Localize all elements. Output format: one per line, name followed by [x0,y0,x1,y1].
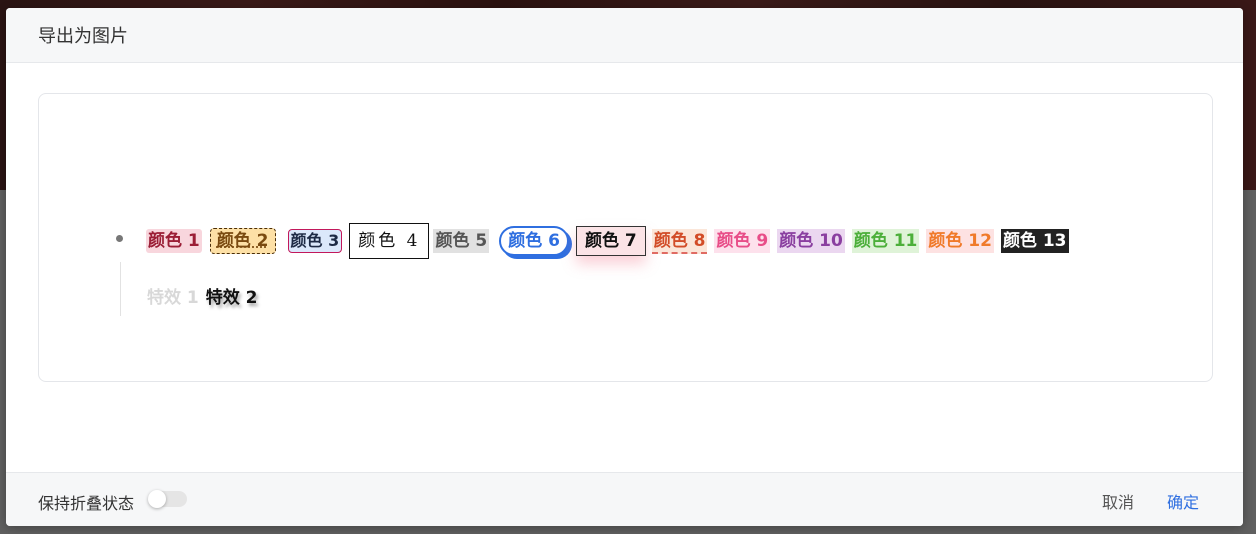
color-tag-5: 颜色 5 [433,229,490,253]
node-bullet [116,235,123,242]
keep-collapsed-toggle[interactable] [148,490,187,508]
color-tag-1: 颜色 1 [146,229,202,253]
dialog-footer: 保持折叠状态 取消 确定 [6,472,1243,526]
color-tag-6: 颜色 6 [499,226,569,256]
color-tag-4: 颜色 4 [349,223,430,259]
color-tag-10: 颜色 10 [777,229,845,253]
color-tag-13: 颜色 13 [1000,229,1069,253]
toggle-knob [148,490,166,508]
dialog-header: 导出为图片 [6,8,1243,63]
indent-guide-line [120,262,121,316]
confirm-button[interactable]: 确定 [1167,489,1199,513]
image-preview: 颜色 1 颜色 2 颜色 3 颜色 4 颜色 5 颜色 6 颜色 7 颜色 8 … [38,93,1213,382]
cancel-button[interactable]: 取消 [1102,489,1134,513]
dialog-title: 导出为图片 [38,26,128,47]
color-tag-12: 颜色 12 [926,229,994,253]
color-tag-3: 颜色 3 [287,229,343,253]
export-image-dialog: 导出为图片 颜色 1 颜色 2 颜色 3 颜色 4 颜色 5 颜色 6 颜色 7… [6,8,1243,526]
keep-collapsed-label: 保持折叠状态 [38,494,135,513]
color-tag-9: 颜色 9 [714,229,771,253]
effect-tag-1: 特效 1 [147,288,199,308]
effect-tag-2: 特效 2 [205,288,258,308]
color-tag-11: 颜色 11 [851,229,920,253]
dialog-body: 颜色 1 颜色 2 颜色 3 颜色 4 颜色 5 颜色 6 颜色 7 颜色 8 … [6,63,1243,472]
color-tag-2: 颜色 2 [209,228,276,254]
color-tag-7: 颜色 7 [575,226,646,256]
color-tag-8: 颜色 8 [651,228,708,254]
color-tag-row: 颜色 1 颜色 2 颜色 3 颜色 4 颜色 5 颜色 6 颜色 7 颜色 8 … [146,223,1076,259]
effect-tag-row: 特效 1 特效 2 [147,283,265,308]
